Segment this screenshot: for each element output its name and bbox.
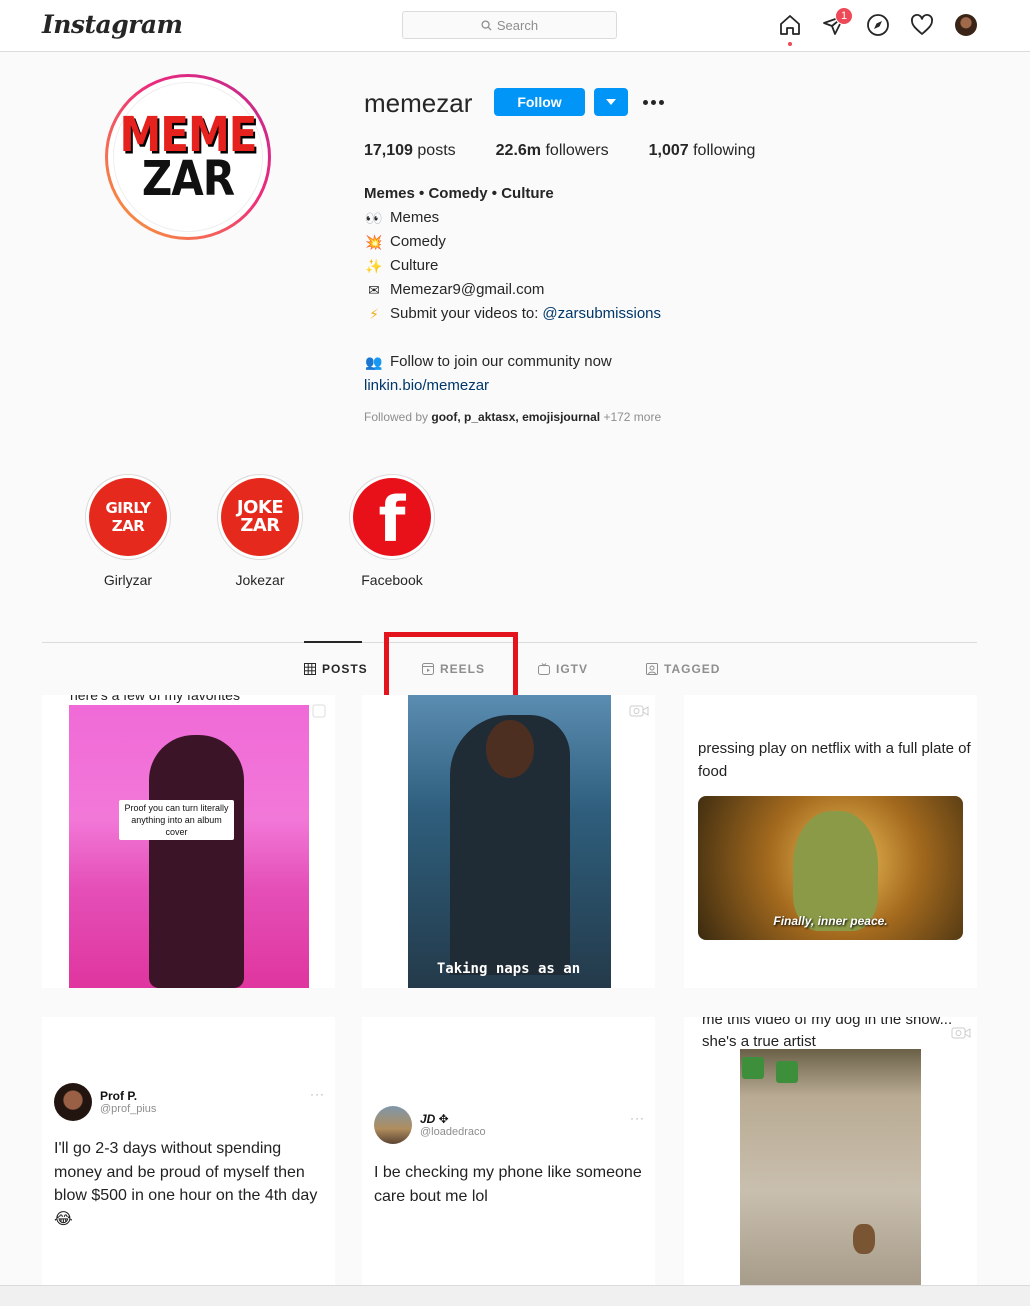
- post-text: pressing play on netflix with a full pla…: [698, 740, 971, 780]
- post-thumbnail[interactable]: Prof P. @prof_pius ··· I'll go 2-3 days …: [42, 1017, 335, 1285]
- eyes-emoji-icon: 👀: [365, 210, 383, 226]
- profile-avatar-nav[interactable]: [955, 14, 977, 36]
- post-image: Finally, inner peace.: [698, 796, 963, 940]
- suggested-dropdown-button[interactable]: [594, 88, 628, 116]
- highlight-text: GIRLY: [105, 499, 151, 517]
- dot-icon: [658, 99, 664, 105]
- tweet-handle: @prof_pius: [100, 1103, 157, 1115]
- active-tab-indicator: [304, 641, 362, 643]
- movie-subtitle: Finally, inner peace.: [773, 914, 888, 928]
- notification-badge: 1: [835, 7, 853, 25]
- dog-figure: [853, 1224, 875, 1254]
- highlight-facebook[interactable]: f Facebook: [349, 474, 435, 588]
- tweet-avatar: [374, 1106, 412, 1144]
- post-image: [408, 695, 611, 988]
- highlight-text: ZAR: [111, 517, 145, 535]
- multi-post-icon: [309, 703, 329, 719]
- bio-line: Memes: [390, 209, 440, 226]
- dot-icon: [650, 99, 656, 105]
- home-icon[interactable]: [778, 13, 802, 37]
- post-overlay-text: Proof you can turn literally anything in…: [119, 800, 234, 840]
- bottom-bar: [0, 1286, 1030, 1306]
- tweet-more-icon: ···: [310, 1087, 325, 1101]
- tweet-author: JD ✥ @loadedraco: [374, 1106, 486, 1144]
- video-camera-icon: [951, 1025, 971, 1041]
- tweet-handle: @loadedraco: [420, 1126, 486, 1138]
- person-head: [486, 720, 534, 778]
- submissions-mention-link[interactable]: @zarsubmissions: [542, 302, 661, 326]
- post-text: me this video of my dog in the snow... s…: [702, 1017, 953, 1050]
- follow-button[interactable]: Follow: [494, 88, 585, 116]
- instagram-logo[interactable]: Instagram: [42, 10, 183, 39]
- tweet-body: I be checking my phone like someone care…: [374, 1164, 642, 1205]
- lawn-chair: [776, 1061, 798, 1083]
- tweet-name: Prof P.: [100, 1089, 138, 1103]
- turtle-character: [793, 811, 878, 931]
- envelope-emoji-icon: ✉: [368, 282, 380, 298]
- sparkles-emoji-icon: ✨: [365, 258, 383, 274]
- tweet-body: I'll go 2-3 days without spending money …: [54, 1140, 318, 1228]
- video-camera-icon: [629, 703, 649, 719]
- following-stat[interactable]: 1,007 following: [649, 142, 756, 160]
- bio-name: Memes • Comedy • Culture: [364, 185, 554, 202]
- tagged-person-icon: [646, 663, 658, 675]
- profile-bio: Memes • Comedy • Culture 👀 Memes 💥 Comedy …: [364, 182, 784, 398]
- avatar-text-zar: ZAR: [141, 150, 235, 207]
- highlight-label: Girlyzar: [103, 572, 153, 588]
- tab-igtv[interactable]: IGTV: [538, 662, 588, 676]
- highlight-jokezar[interactable]: JOKE ZAR Jokezar: [217, 474, 303, 588]
- profile-stats: 17,109 posts 22.6m followers 1,007 follo…: [364, 142, 795, 160]
- activity-heart-icon[interactable]: [910, 13, 934, 37]
- tab-tagged[interactable]: TAGGED: [646, 662, 720, 676]
- video-caption: Taking naps as an: [436, 961, 581, 977]
- bio-email: Memezar9@gmail.com: [390, 281, 545, 298]
- bio-line: Comedy: [390, 233, 446, 250]
- followers-stat[interactable]: 22.6m followers: [496, 142, 609, 160]
- post-thumbnail[interactable]: pressing play on netflix with a full pla…: [684, 695, 977, 988]
- tweet-name: JD ✥: [420, 1112, 449, 1126]
- bio-line: Culture: [390, 257, 439, 274]
- profile-picture[interactable]: MEME ZAR: [105, 74, 271, 240]
- collision-emoji-icon: 💥: [365, 234, 383, 250]
- more-options-button[interactable]: [640, 92, 666, 112]
- tweet-author: Prof P. @prof_pius: [54, 1083, 156, 1121]
- bio-website-link[interactable]: linkin.bio/memezar: [364, 374, 489, 398]
- post-image: [740, 1049, 921, 1285]
- lightning-emoji-icon: ⚡: [369, 306, 379, 322]
- search-icon: [481, 19, 492, 31]
- highlight-label: Facebook: [361, 572, 423, 588]
- explore-compass-icon[interactable]: [866, 13, 890, 37]
- tab-posts[interactable]: POSTS: [304, 662, 368, 676]
- post-thumbnail[interactable]: here's a few of my favorites Proof you c…: [42, 695, 335, 988]
- followed-by[interactable]: Followed by goof, p_aktasx, emojisjourna…: [364, 410, 661, 424]
- highlight-text: ZAR: [240, 515, 280, 536]
- tweet-avatar: [54, 1083, 92, 1121]
- search-input[interactable]: Search: [402, 11, 617, 39]
- people-emoji-icon: 👥: [365, 354, 383, 370]
- grid-icon: [304, 663, 316, 675]
- caret-down-icon: [606, 99, 616, 105]
- highlight-label: Jokezar: [235, 572, 285, 588]
- tweet-more-icon: ···: [630, 1111, 645, 1125]
- igtv-icon: [538, 663, 550, 675]
- bio-submit-text: Submit your videos to:: [390, 305, 539, 322]
- profile-username: memezar: [364, 88, 473, 118]
- lawn-chair: [742, 1057, 764, 1079]
- posts-stat: 17,109 posts: [364, 142, 456, 159]
- silhouette-figure: [149, 735, 244, 988]
- post-thumbnail[interactable]: Taking naps as an: [362, 695, 655, 988]
- facebook-logo-icon: f: [378, 483, 406, 556]
- top-navigation-bar: Instagram Search 1: [0, 0, 1030, 52]
- dot-icon: [642, 99, 648, 105]
- post-thumbnail[interactable]: me this video of my dog in the snow... s…: [684, 1017, 977, 1285]
- highlight-girlyzar[interactable]: GIRLY ZAR Girlyzar: [85, 474, 171, 588]
- post-image: Proof you can turn literally anything in…: [69, 705, 309, 988]
- bio-community: Follow to join our community now: [390, 353, 612, 370]
- search-placeholder: Search: [496, 17, 539, 33]
- post-thumbnail[interactable]: JD ✥ @loadedraco ··· I be checking my ph…: [362, 1017, 655, 1285]
- post-caption: here's a few of my favorites: [70, 695, 240, 703]
- home-active-dot: [788, 42, 792, 46]
